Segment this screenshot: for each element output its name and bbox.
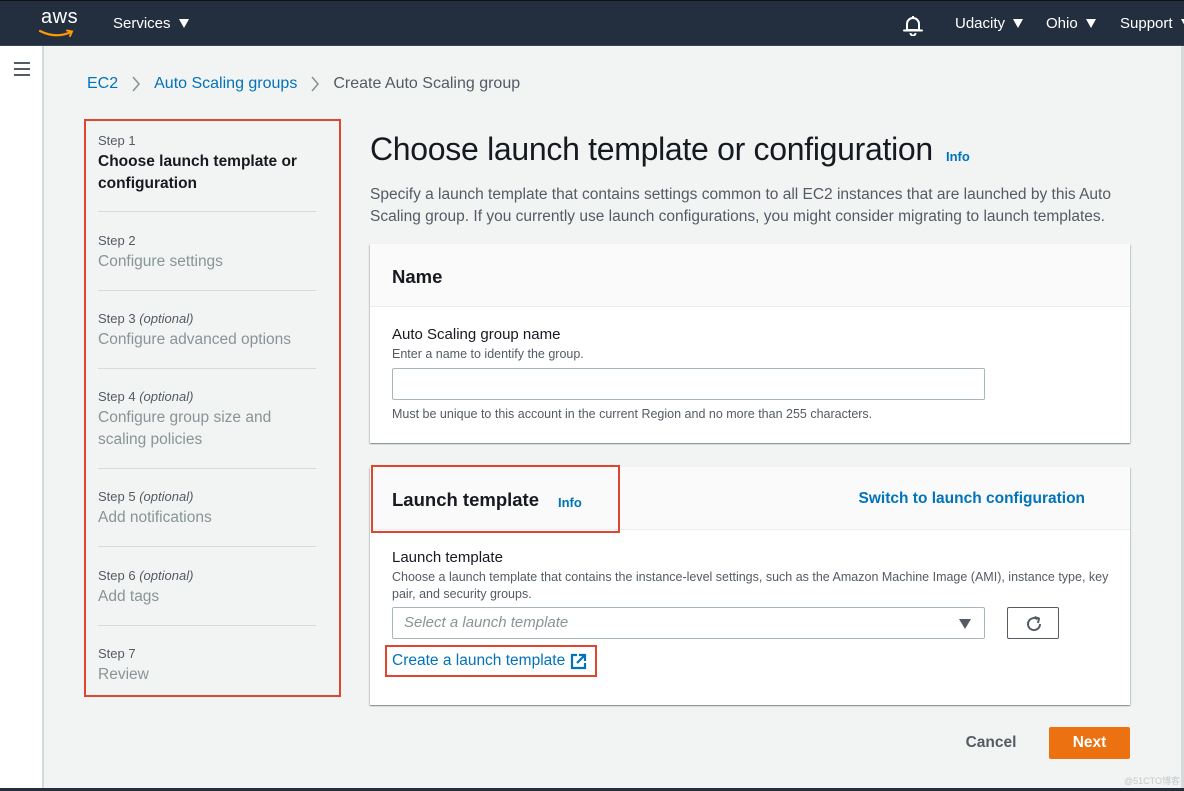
step-title: Configure settings (98, 253, 223, 270)
chevron-right-icon (311, 76, 320, 92)
asg-name-input[interactable] (392, 368, 985, 400)
wizard-step-6[interactable]: Step 6 (optional) Add tags (98, 568, 316, 608)
caret-down-icon (1180, 19, 1184, 28)
step-title: Add tags (98, 588, 160, 605)
step-title: Configure group size and scaling policie… (98, 409, 272, 448)
wizard-step-7[interactable]: Step 7 Review (98, 646, 316, 686)
name-container-header: Name (370, 244, 1130, 307)
step-number: Step 6 (98, 568, 136, 583)
highlight-launch-template-header (371, 465, 620, 533)
caret-down-icon (959, 619, 971, 629)
asg-name-label: Auto Scaling group name (392, 326, 561, 343)
region-label: Ohio (1046, 15, 1078, 32)
step-optional-label: (optional) (139, 389, 194, 404)
breadcrumb: EC2 Auto Scaling groups Create Auto Scal… (87, 75, 520, 93)
support-menu[interactable]: Support (1120, 15, 1184, 32)
services-label: Services (113, 15, 171, 32)
bell-icon[interactable] (902, 14, 924, 41)
caret-down-icon (1085, 19, 1096, 28)
launch-template-field-label: Launch template (392, 549, 503, 566)
hamburger-icon[interactable] (14, 62, 30, 76)
page-description: Specify a launch template that contains … (370, 186, 1111, 225)
step-number: Step 5 (98, 489, 136, 504)
aws-logo-text: aws (41, 6, 79, 28)
step-divider (98, 211, 316, 212)
step-divider (98, 290, 316, 291)
wizard-step-2[interactable]: Step 2 Configure settings (98, 233, 316, 273)
step-title: Review (98, 666, 149, 683)
name-container-title: Name (392, 266, 443, 287)
caret-down-icon (1013, 19, 1024, 28)
name-container: Name Auto Scaling group name Enter a nam… (370, 244, 1130, 443)
wizard-step-3[interactable]: Step 3 (optional) Configure advanced opt… (98, 311, 316, 351)
step-divider (98, 368, 316, 369)
next-button[interactable]: Next (1049, 727, 1130, 759)
step-number: Step 1 (98, 133, 136, 148)
account-menu[interactable]: Udacity (955, 15, 1024, 32)
breadcrumb-auto-scaling-groups[interactable]: Auto Scaling groups (154, 75, 297, 93)
account-label: Udacity (955, 15, 1006, 32)
page-title: Choose launch template or configuration (370, 131, 933, 167)
wizard-step-4[interactable]: Step 4 (optional) Configure group size a… (98, 389, 316, 451)
step-title: Add notifications (98, 509, 212, 526)
step-number: Step 2 (98, 233, 136, 248)
refresh-icon (1027, 616, 1042, 632)
top-navigation: aws Services Udacity Ohio Support (0, 0, 1184, 46)
services-menu[interactable]: Services (113, 15, 189, 32)
step-optional-label: (optional) (139, 568, 194, 583)
refresh-button[interactable] (1007, 607, 1059, 639)
breadcrumb-current: Create Auto Scaling group (333, 75, 521, 92)
select-placeholder: Select a launch template (404, 614, 569, 631)
step-optional-label: (optional) (139, 489, 194, 504)
region-menu[interactable]: Ohio (1046, 15, 1096, 32)
launch-template-field-description: Choose a launch template that contains t… (392, 570, 1109, 601)
launch-template-select[interactable]: Select a launch template (392, 607, 985, 639)
wizard-step-1: Step 1 Choose launch template or configu… (98, 133, 316, 195)
wizard-steps-panel: Step 1 Choose launch template or configu… (84, 119, 341, 697)
breadcrumb-ec2[interactable]: EC2 (87, 75, 118, 93)
step-number: Step 4 (98, 389, 136, 404)
wizard-step-5[interactable]: Step 5 (optional) Add notifications (98, 489, 316, 529)
step-divider (98, 468, 316, 469)
highlight-create-launch-template (385, 645, 597, 677)
step-divider (98, 625, 316, 626)
switch-to-launch-configuration-link[interactable]: Switch to launch configuration (859, 490, 1085, 508)
support-label: Support (1120, 15, 1173, 32)
aws-logo[interactable]: aws (38, 6, 79, 39)
step-number: Step 3 (98, 311, 136, 326)
step-title: Choose launch template or configuration (98, 153, 297, 192)
step-title: Configure advanced options (98, 331, 292, 348)
step-divider (98, 546, 316, 547)
page-info-link[interactable]: Info (946, 149, 970, 164)
cancel-button[interactable]: Cancel (952, 727, 1030, 759)
step-number: Step 7 (98, 646, 136, 661)
watermark: @51CTO博客 (1124, 776, 1180, 786)
side-navigation-rail (0, 46, 44, 789)
chevron-right-icon (132, 76, 141, 92)
asg-name-constraint: Must be unique to this account in the cu… (392, 407, 873, 421)
caret-down-icon (178, 19, 189, 28)
asg-name-description: Enter a name to identify the group. (392, 347, 584, 361)
aws-smile-icon (38, 29, 74, 37)
step-optional-label: (optional) (139, 311, 194, 326)
